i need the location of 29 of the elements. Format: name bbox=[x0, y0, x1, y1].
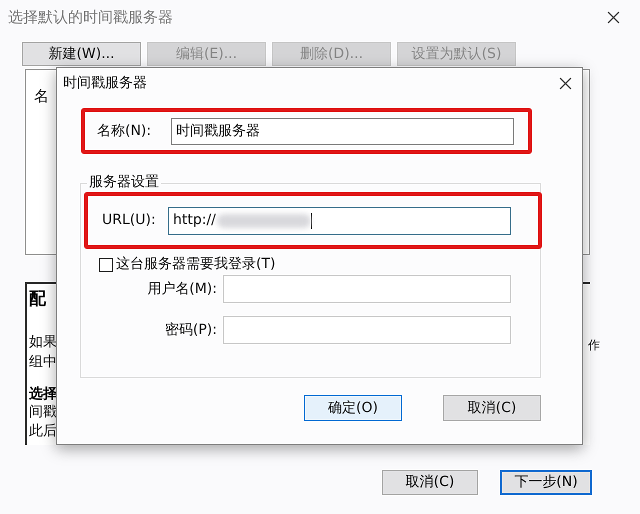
panel-text: 组中 bbox=[29, 353, 57, 372]
window-title: 选择默认的时间戳服务器 bbox=[8, 6, 173, 28]
url-field[interactable]: http:// bbox=[168, 206, 511, 234]
name-field[interactable]: 时间戳服务器 bbox=[171, 118, 514, 144]
field-label: 名称(N): bbox=[97, 122, 152, 140]
text-cursor bbox=[310, 212, 312, 228]
checkbox[interactable] bbox=[99, 258, 113, 272]
dialog-button[interactable]: 取消(C) bbox=[382, 470, 478, 495]
column-header: 名 bbox=[34, 87, 49, 105]
field-label: 用户名(M): bbox=[146, 280, 218, 298]
panel-subheading: 选择 bbox=[29, 385, 57, 403]
field-label: URL(U): bbox=[102, 211, 157, 230]
close-icon[interactable] bbox=[559, 76, 572, 90]
group-title: 服务器设置 bbox=[87, 173, 161, 191]
close-icon[interactable] bbox=[607, 10, 620, 24]
dialog-button[interactable]: 确定(O) bbox=[304, 395, 402, 421]
dialog-button[interactable]: 取消(C) bbox=[443, 395, 541, 421]
username-field[interactable] bbox=[223, 275, 511, 303]
toolbar-button[interactable]: 新建(W)... bbox=[22, 42, 141, 66]
panel-text: 间戳 bbox=[29, 403, 57, 422]
panel-text: 此后 bbox=[29, 422, 57, 441]
dialog-title: 时间戳服务器 bbox=[63, 74, 147, 92]
panel-heading: 配 bbox=[29, 288, 46, 310]
password-field[interactable] bbox=[223, 316, 511, 344]
checkbox-label: 这台服务器需要我登录(T) bbox=[116, 255, 276, 274]
field-label: 密码(P): bbox=[164, 320, 218, 340]
panel-text: 如果 bbox=[29, 333, 57, 352]
panel-text: 作 bbox=[588, 337, 600, 354]
dialog-button[interactable]: 下一步(N) bbox=[500, 470, 592, 495]
